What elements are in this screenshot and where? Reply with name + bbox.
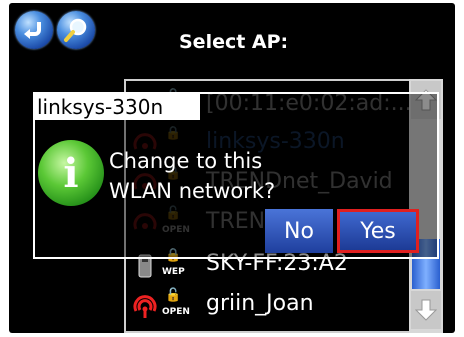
- confirm-dialog: linksys-330n i Change to this WLAN netwo…: [33, 92, 439, 259]
- dialog-title: linksys-330n: [37, 95, 164, 119]
- security-label: OPEN: [162, 307, 190, 317]
- ap-name: griin_Joan: [206, 291, 314, 316]
- security-indicator: 🔓 OPEN: [162, 288, 190, 317]
- page-title: Select AP:: [179, 31, 289, 53]
- search-button[interactable]: [57, 11, 95, 49]
- back-arrow-icon: [24, 22, 41, 39]
- magnifier-icon: [64, 18, 87, 42]
- dialog-message-line: Change to this: [109, 149, 263, 173]
- scroll-down-button[interactable]: [411, 291, 441, 329]
- signal-icon: [133, 295, 157, 318]
- dialog-title-bar: linksys-330n: [35, 94, 200, 120]
- security-label: WEP: [162, 267, 185, 277]
- dialog-message-line: WLAN network?: [109, 179, 276, 203]
- info-icon: i: [38, 140, 104, 206]
- yes-button[interactable]: Yes: [337, 209, 419, 253]
- list-item[interactable]: 🔓 OPEN griin_Joan: [126, 287, 411, 325]
- back-button[interactable]: [15, 11, 53, 49]
- arrow-down-icon: [415, 299, 437, 321]
- no-button[interactable]: No: [265, 209, 333, 253]
- dialog-message: Change to this WLAN network?: [109, 146, 275, 206]
